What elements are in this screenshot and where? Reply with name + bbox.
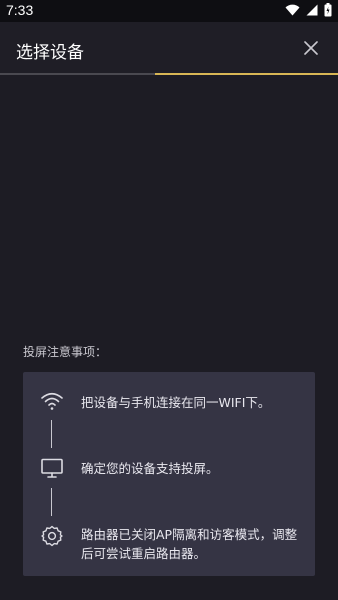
wifi-icon (41, 392, 63, 410)
step-connector (51, 420, 52, 448)
page-title: 选择设备 (16, 43, 84, 63)
monitor-icon (41, 458, 63, 478)
header: 选择设备 (0, 22, 338, 74)
step-text-monitor: 确定您的设备支持投屏。 (81, 461, 219, 476)
step-text-wifi: 把设备与手机连接在同一WIFI下。 (81, 395, 271, 410)
notes-card: 把设备与手机连接在同一WIFI下。 确定您的设备支持投屏。 路由器已关闭AP隔离… (23, 372, 315, 576)
close-button[interactable] (300, 37, 322, 59)
tab-divider-active (155, 73, 338, 75)
tab-divider-inactive (0, 73, 155, 75)
gear-icon (41, 525, 63, 547)
step-text-router: 路由器已关闭AP隔离和访客模式，调整后可尝试重启路由器。 (81, 527, 298, 561)
step-connector (51, 488, 52, 516)
battery-icon (324, 3, 332, 17)
status-icons (285, 3, 332, 17)
cell-signal-icon (306, 4, 318, 16)
status-time: 7:33 (6, 2, 34, 18)
wifi-signal-icon (285, 4, 300, 16)
notes-label: 投屏注意事项： (23, 345, 108, 359)
status-bar: 7:33 (0, 0, 338, 22)
close-icon (304, 41, 318, 55)
